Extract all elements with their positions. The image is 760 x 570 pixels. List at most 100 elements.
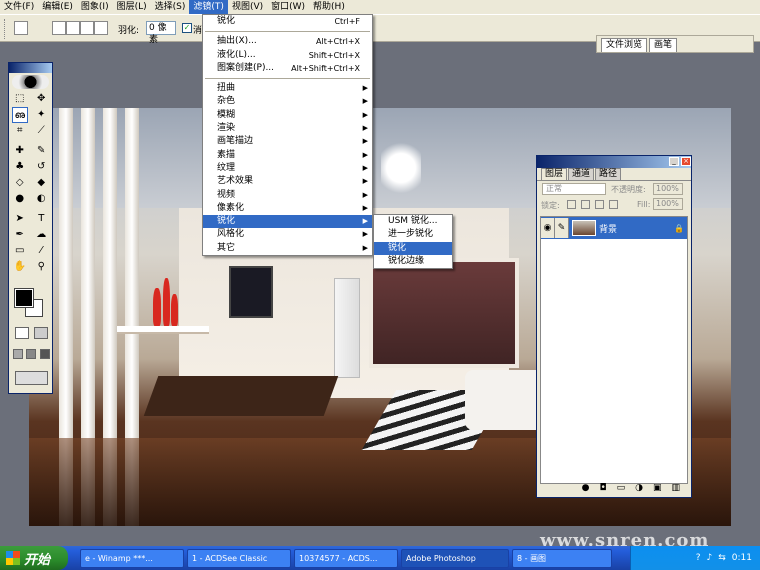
- menu-item[interactable]: 视图(V): [228, 0, 267, 14]
- lock-transparency-icon[interactable]: [567, 200, 576, 209]
- clock[interactable]: 0:11: [732, 553, 752, 563]
- blur-tool-icon[interactable]: ●: [12, 191, 28, 207]
- zoom-tool-icon[interactable]: ⚲: [33, 259, 49, 275]
- screen-mode-standard-icon[interactable]: [12, 349, 23, 359]
- taskbar-button[interactable]: 1 - ACDSee Classic: [187, 548, 291, 568]
- adjustment-layer-icon[interactable]: ◑: [635, 483, 643, 495]
- magic-wand-icon[interactable]: ✦: [33, 107, 49, 123]
- stamp-tool-icon[interactable]: ♣: [12, 159, 28, 175]
- opacity-input[interactable]: 100%: [653, 183, 683, 195]
- menu-item[interactable]: 其它 ▶: [203, 242, 372, 255]
- menu-item[interactable]: 像素化 ▶: [203, 202, 372, 215]
- type-tool-icon[interactable]: T: [33, 211, 49, 227]
- menu-item[interactable]: 图层(L): [113, 0, 151, 14]
- lasso-tool-icon[interactable]: ഌ: [11, 107, 28, 123]
- marquee-tool-icon[interactable]: ⬚: [12, 91, 28, 107]
- screen-mode-full-menu-icon[interactable]: [26, 349, 37, 359]
- minimize-icon[interactable]: _: [669, 157, 679, 166]
- hand-tool-icon[interactable]: ✋: [12, 259, 28, 275]
- taskbar-button[interactable]: 8 - 画图: [512, 548, 612, 568]
- menu-item[interactable]: 窗口(W): [267, 0, 309, 14]
- feather-input[interactable]: 0 像素: [146, 21, 176, 45]
- menu-item[interactable]: 图案创建(P)... Alt+Shift+Ctrl+X: [203, 62, 372, 75]
- bucket-tool-icon[interactable]: ◆: [33, 175, 49, 191]
- layers-titlebar[interactable]: [537, 156, 691, 168]
- new-layer-icon[interactable]: ▣: [653, 483, 662, 495]
- menu-item[interactable]: 进一步锐化: [374, 228, 452, 241]
- menu-item[interactable]: 风格化 ▶: [203, 228, 372, 241]
- menu-item[interactable]: 渲染 ▶: [203, 122, 372, 135]
- lasso-tool-icon[interactable]: [14, 21, 28, 35]
- quick-mask-icon[interactable]: [33, 327, 48, 339]
- menu-item[interactable]: 杂色 ▶: [203, 95, 372, 108]
- menu-item[interactable]: 文件(F): [0, 0, 38, 14]
- foreground-color-swatch[interactable]: [14, 288, 34, 308]
- brush-link-icon[interactable]: ✎: [555, 218, 569, 238]
- mask-icon[interactable]: ◘: [599, 483, 606, 495]
- menu-item[interactable]: 锐化边缘: [374, 255, 452, 268]
- menu-item[interactable]: 视频 ▶: [203, 189, 372, 202]
- taskbar-button[interactable]: e - Winamp ***...: [80, 548, 184, 568]
- menu-item[interactable]: 锐化 ▶: [203, 215, 372, 229]
- lock-position-icon[interactable]: [595, 200, 604, 209]
- eye-icon[interactable]: ◉: [541, 218, 555, 238]
- menu-item[interactable]: 抽出(X)... Alt+Ctrl+X: [203, 35, 372, 48]
- layer-style-icon[interactable]: ●: [582, 483, 590, 495]
- antialias-checkbox[interactable]: ✓: [182, 23, 192, 33]
- healing-brush-icon[interactable]: ✚: [12, 143, 28, 159]
- slice-tool-icon[interactable]: ⟋: [33, 123, 49, 139]
- pen-tool-icon[interactable]: ✒: [12, 227, 28, 243]
- notes-tool-icon[interactable]: ▭: [12, 243, 28, 259]
- menu-item[interactable]: 模糊 ▶: [203, 109, 372, 122]
- network-icon[interactable]: ⇆: [718, 553, 726, 563]
- menu-item[interactable]: 画笔描边 ▶: [203, 135, 372, 148]
- taskbar-button[interactable]: 10374577 - ACDS...: [294, 548, 398, 568]
- menu-item[interactable]: 扭曲 ▶: [203, 82, 372, 95]
- path-select-icon[interactable]: ➤: [12, 211, 28, 227]
- layer-row[interactable]: ◉ ✎ 背景 🔒: [541, 217, 687, 239]
- toolbox-titlebar[interactable]: [9, 63, 52, 73]
- menu-item[interactable]: 素描 ▶: [203, 149, 372, 162]
- menu-item[interactable]: 编辑(E): [38, 0, 77, 14]
- menu-item[interactable]: 帮助(H): [309, 0, 349, 14]
- close-icon[interactable]: ×: [681, 157, 691, 166]
- start-button[interactable]: 开始: [0, 546, 68, 570]
- help-icon[interactable]: ?: [696, 553, 701, 563]
- brush-tool-icon[interactable]: ✎: [33, 143, 49, 159]
- fill-input[interactable]: 100%: [653, 198, 683, 210]
- menu-item[interactable]: 纹理 ▶: [203, 162, 372, 175]
- tab-brushes[interactable]: 画笔: [649, 38, 678, 52]
- add-selection-icon[interactable]: [66, 21, 80, 35]
- eyedropper-icon[interactable]: ⁄: [33, 243, 49, 259]
- eraser-tool-icon[interactable]: ◇: [12, 175, 28, 191]
- menu-item[interactable]: 艺术效果 ▶: [203, 175, 372, 188]
- trash-icon[interactable]: ▥: [671, 483, 680, 495]
- menu-item[interactable]: 图象(I): [77, 0, 113, 14]
- blend-mode-select[interactable]: 正常: [542, 183, 606, 195]
- tab-paths[interactable]: 路径: [595, 168, 622, 180]
- menu-item[interactable]: 滤镜(T): [189, 0, 228, 14]
- tab-channels[interactable]: 通道: [568, 168, 595, 180]
- subtract-selection-icon[interactable]: [80, 21, 94, 35]
- lock-all-icon[interactable]: [609, 200, 618, 209]
- volume-icon[interactable]: ♪: [706, 553, 712, 563]
- new-selection-icon[interactable]: [52, 21, 66, 35]
- menu-item[interactable]: 锐化 Ctrl+F: [203, 15, 372, 28]
- tab-layers[interactable]: 图层: [541, 168, 568, 180]
- history-brush-icon[interactable]: ↺: [33, 159, 49, 175]
- options-grip[interactable]: [4, 19, 7, 39]
- intersect-selection-icon[interactable]: [94, 21, 108, 35]
- crop-tool-icon[interactable]: ⌗: [12, 123, 28, 139]
- menu-item[interactable]: 选择(S): [151, 0, 190, 14]
- tab-file-browser[interactable]: 文件浏览: [601, 38, 648, 52]
- dodge-tool-icon[interactable]: ◐: [33, 191, 49, 207]
- layer-set-icon[interactable]: ▭: [617, 483, 626, 495]
- lock-image-icon[interactable]: [581, 200, 590, 209]
- menu-item[interactable]: 锐化: [374, 241, 452, 255]
- taskbar-button[interactable]: Adobe Photoshop: [401, 548, 509, 568]
- move-tool-icon[interactable]: ✥: [33, 91, 49, 107]
- shape-tool-icon[interactable]: ☁: [33, 227, 49, 243]
- standard-mode-icon[interactable]: [15, 327, 30, 339]
- menu-item[interactable]: USM 锐化...: [374, 215, 452, 228]
- menu-item[interactable]: 液化(L)... Shift+Ctrl+X: [203, 49, 372, 62]
